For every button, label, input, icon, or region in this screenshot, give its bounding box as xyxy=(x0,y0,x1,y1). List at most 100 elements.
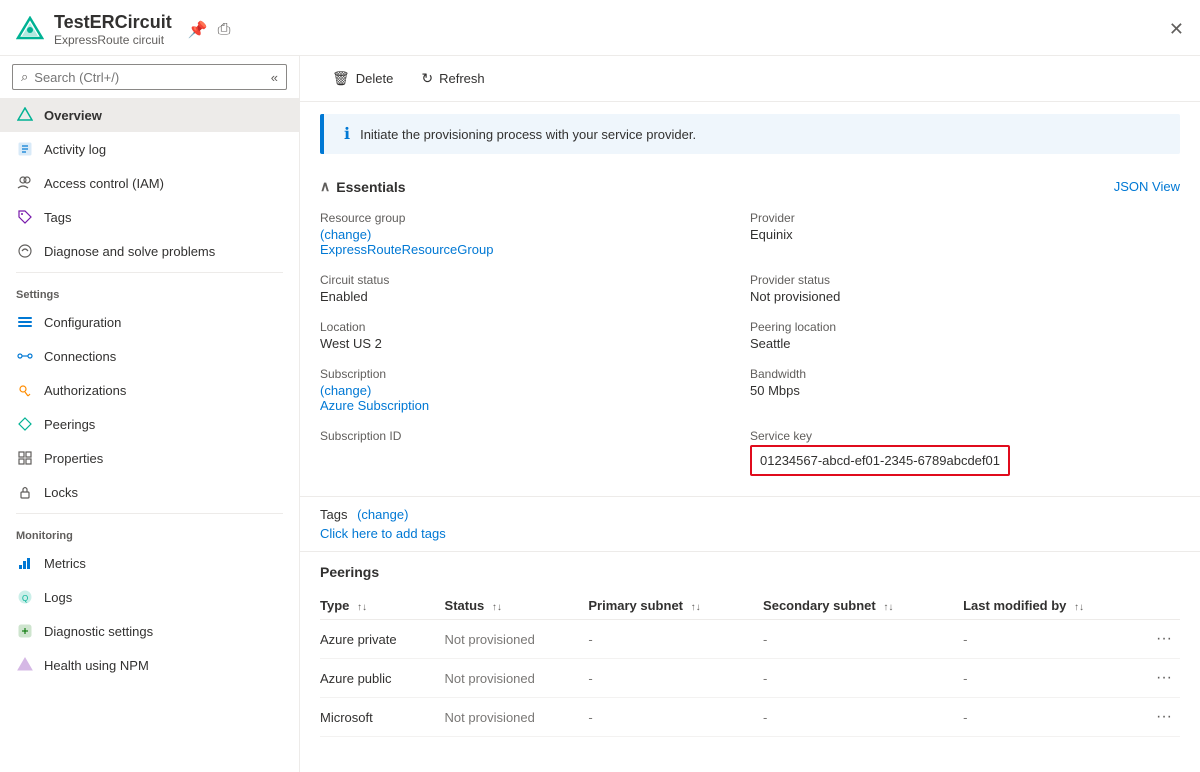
overview-icon xyxy=(16,106,34,124)
sidebar-item-logs[interactable]: Q Logs xyxy=(0,580,299,614)
refresh-icon: ↻ xyxy=(421,70,433,87)
tags-label-text: Tags xyxy=(320,507,347,522)
subscription-label: Subscription xyxy=(320,367,750,381)
location-value: West US 2 xyxy=(320,336,750,351)
sidebar-item-label: Overview xyxy=(44,108,102,123)
title-bar-actions: 📌 ⎙ xyxy=(188,20,231,40)
refresh-button[interactable]: ↻ Refresh xyxy=(409,64,496,93)
essentials-grid: Resource group (change) ExpressRouteReso… xyxy=(300,203,1200,497)
provider-status-item: Provider status Not provisioned xyxy=(750,265,1180,312)
peerings-section: Peerings Type ↑↓ Status ↑↓ xyxy=(300,552,1200,749)
cell-type-2: Microsoft xyxy=(320,698,445,737)
sort-primary-icon[interactable]: ↑↓ xyxy=(691,602,701,613)
sidebar-divider-monitoring xyxy=(16,513,283,514)
sidebar-item-label: Locks xyxy=(44,485,78,500)
provider-value: Equinix xyxy=(750,227,1180,242)
sort-type-icon[interactable]: ↑↓ xyxy=(357,602,367,613)
cell-modified-0: - xyxy=(963,620,1150,659)
pin-icon[interactable]: 📌 xyxy=(188,20,208,40)
sidebar-item-peerings[interactable]: Peerings xyxy=(0,407,299,441)
bandwidth-value: 50 Mbps xyxy=(750,383,1180,398)
sidebar-item-label: Metrics xyxy=(44,556,86,571)
resource-group-item: Resource group (change) ExpressRouteReso… xyxy=(320,203,750,265)
cell-type-1: Azure public xyxy=(320,659,445,698)
table-row: Azure public Not provisioned - - - ··· xyxy=(320,659,1180,698)
sort-secondary-icon[interactable]: ↑↓ xyxy=(883,602,893,613)
sidebar-item-configuration[interactable]: Configuration xyxy=(0,305,299,339)
info-banner-text: Initiate the provisioning process with y… xyxy=(360,127,696,142)
peerings-icon xyxy=(16,415,34,433)
provider-status-label: Provider status xyxy=(750,273,1180,287)
table-row: Microsoft Not provisioned - - - ··· xyxy=(320,698,1180,737)
table-row: Azure private Not provisioned - - - ··· xyxy=(320,620,1180,659)
app-logo xyxy=(16,16,44,44)
sidebar-item-label: Authorizations xyxy=(44,383,126,398)
sidebar-item-tags[interactable]: Tags xyxy=(0,200,299,234)
sidebar-item-label: Diagnostic settings xyxy=(44,624,153,639)
cell-secondary-0: - xyxy=(763,620,963,659)
configuration-icon xyxy=(16,313,34,331)
col-status: Status ↑↓ xyxy=(445,592,589,620)
collapse-icon[interactable]: « xyxy=(271,70,278,85)
row-menu-2[interactable]: ··· xyxy=(1150,698,1180,737)
subscription-id-item: Subscription ID xyxy=(320,421,750,484)
authorizations-icon xyxy=(16,381,34,399)
sort-modified-icon[interactable]: ↑↓ xyxy=(1074,602,1084,613)
resource-type: ExpressRoute circuit xyxy=(54,33,172,47)
peering-location-value: Seattle xyxy=(750,336,1180,351)
subscription-item: Subscription (change) Azure Subscription xyxy=(320,359,750,421)
bandwidth-item: Bandwidth 50 Mbps xyxy=(750,359,1180,421)
peerings-title: Peerings xyxy=(320,564,1180,580)
iam-icon xyxy=(16,174,34,192)
location-item: Location West US 2 xyxy=(320,312,750,359)
title-text: TestERCircuit ExpressRoute circuit xyxy=(54,12,172,47)
col-actions xyxy=(1150,592,1180,620)
sidebar-item-properties[interactable]: Properties xyxy=(0,441,299,475)
row-menu-0[interactable]: ··· xyxy=(1150,620,1180,659)
location-label: Location xyxy=(320,320,750,334)
activity-log-icon xyxy=(16,140,34,158)
search-icon: ⌕ xyxy=(21,69,28,85)
peering-location-label: Peering location xyxy=(750,320,1180,334)
sidebar-item-locks[interactable]: Locks xyxy=(0,475,299,509)
cell-status-2: Not provisioned xyxy=(445,698,589,737)
resource-group-change-link[interactable]: (change) xyxy=(320,227,371,242)
essentials-title: ∧ Essentials xyxy=(320,178,406,195)
sidebar-item-connections[interactable]: Connections xyxy=(0,339,299,373)
sidebar-item-diagnostic-settings[interactable]: Diagnostic settings xyxy=(0,614,299,648)
sidebar-item-diagnose[interactable]: Diagnose and solve problems xyxy=(0,234,299,268)
sidebar-item-activity-log[interactable]: Activity log xyxy=(0,132,299,166)
json-view-link[interactable]: JSON View xyxy=(1114,179,1180,194)
sidebar-item-authorizations[interactable]: Authorizations xyxy=(0,373,299,407)
close-button[interactable]: ✕ xyxy=(1169,19,1184,40)
sidebar-item-health-npm[interactable]: Health using NPM xyxy=(0,648,299,682)
col-secondary-subnet: Secondary subnet ↑↓ xyxy=(763,592,963,620)
sidebar-item-label: Configuration xyxy=(44,315,121,330)
resource-group-link[interactable]: ExpressRouteResourceGroup xyxy=(320,242,493,257)
print-icon[interactable]: ⎙ xyxy=(218,21,231,39)
cell-modified-2: - xyxy=(963,698,1150,737)
sidebar-item-metrics[interactable]: Metrics xyxy=(0,546,299,580)
tags-change-link[interactable]: (change) xyxy=(357,507,408,522)
properties-icon xyxy=(16,449,34,467)
essentials-chevron-icon[interactable]: ∧ xyxy=(320,178,330,195)
peerings-table-container: Type ↑↓ Status ↑↓ Primary subnet ↑↓ xyxy=(320,592,1180,737)
subscription-link[interactable]: Azure Subscription xyxy=(320,398,429,413)
cell-primary-1: - xyxy=(588,659,763,698)
essentials-header: ∧ Essentials JSON View xyxy=(300,166,1200,203)
search-input[interactable] xyxy=(34,70,264,85)
row-menu-1[interactable]: ··· xyxy=(1150,659,1180,698)
connections-icon xyxy=(16,347,34,365)
sort-status-icon[interactable]: ↑↓ xyxy=(492,602,502,613)
subscription-value: (change) Azure Subscription xyxy=(320,383,750,413)
sidebar: ⌕ « Overview Activity log Access control… xyxy=(0,56,300,772)
peerings-table: Type ↑↓ Status ↑↓ Primary subnet ↑↓ xyxy=(320,592,1180,737)
subscription-change-link[interactable]: (change) xyxy=(320,383,371,398)
delete-button[interactable]: 🗑 Delete xyxy=(320,64,405,93)
sidebar-item-overview[interactable]: Overview xyxy=(0,98,299,132)
circuit-status-label: Circuit status xyxy=(320,273,750,287)
provider-status-value: Not provisioned xyxy=(750,289,1180,304)
add-tags-link[interactable]: Click here to add tags xyxy=(320,526,446,541)
sidebar-item-label: Diagnose and solve problems xyxy=(44,244,215,259)
sidebar-item-access-control[interactable]: Access control (IAM) xyxy=(0,166,299,200)
